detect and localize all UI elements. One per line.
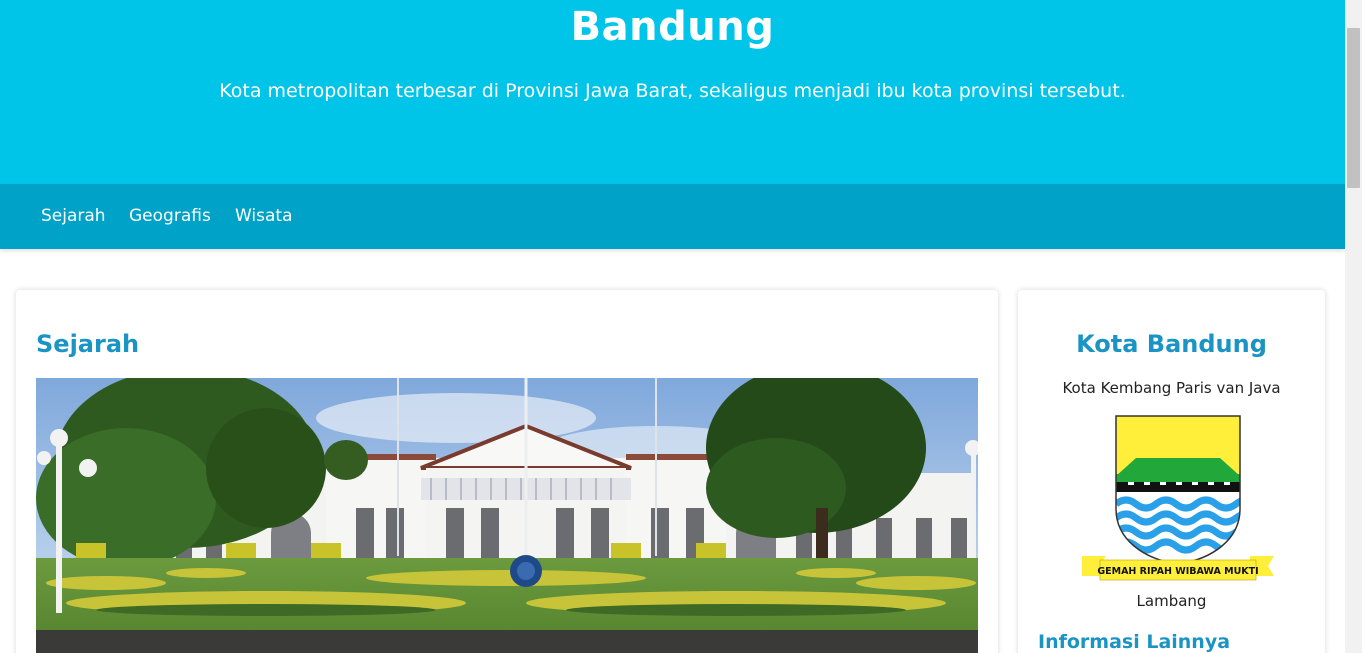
emblem-caption: Lambang [1136, 592, 1207, 610]
history-card: Sejarah [16, 290, 998, 653]
gedung-sate-photo [36, 378, 978, 653]
hero-header: Bandung Kota metropolitan terbesar di Pr… [0, 0, 1345, 184]
nav-link-geografis[interactable]: Geografis [129, 206, 211, 226]
page-title: Bandung [570, 4, 775, 50]
scrollbar-thumb[interactable] [1347, 28, 1360, 188]
nav-link-sejarah[interactable]: Sejarah [41, 206, 106, 226]
page-subtitle: Kota metropolitan terbesar di Provinsi J… [219, 80, 1126, 102]
page: Bandung Kota metropolitan terbesar di Pr… [0, 0, 1345, 653]
more-info-heading[interactable]: Informasi Lainnya [1038, 631, 1230, 653]
emblem-motto: GEMAH RIPAH WIBAWA MUKTI [1097, 566, 1258, 577]
main-nav: Sejarah Geografis Wisata [0, 184, 1345, 249]
sidebar-card: Kota Bandung Kota Kembang Paris van Java [1018, 290, 1325, 653]
vertical-scrollbar[interactable] [1345, 0, 1362, 653]
bandung-emblem-image: GEMAH RIPAH WIBAWA MUKTI [1078, 414, 1278, 589]
nav-link-wisata[interactable]: Wisata [235, 206, 293, 226]
section-title-sejarah: Sejarah [36, 330, 140, 358]
sidebar-subtitle: Kota Kembang Paris van Java [1062, 379, 1281, 397]
sidebar-title: Kota Bandung [1076, 330, 1267, 358]
